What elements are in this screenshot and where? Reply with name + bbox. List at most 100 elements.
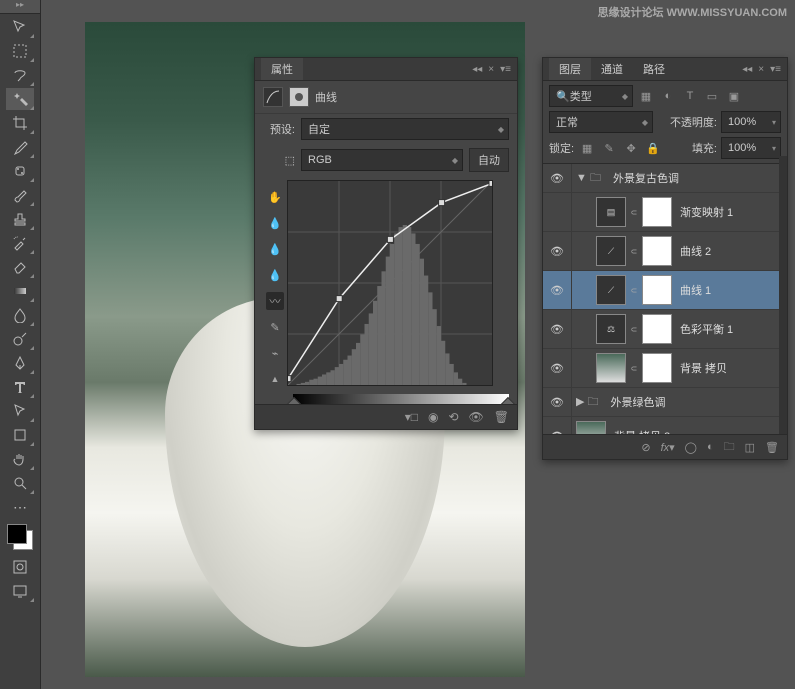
panel-menu-icon[interactable]: ▾≡: [500, 64, 511, 75]
auto-button[interactable]: 自动: [469, 148, 509, 172]
visibility-toggle[interactable]: 👁: [543, 388, 572, 416]
visibility-toggle[interactable]: 👁: [543, 349, 572, 387]
heal-tool[interactable]: [6, 160, 34, 182]
eraser-tool[interactable]: [6, 256, 34, 278]
layer-name[interactable]: 渐变映射 1: [680, 204, 733, 220]
opacity-input[interactable]: 100%▾: [721, 111, 781, 133]
layer-name[interactable]: 外景绿色调: [611, 394, 666, 410]
gradient-tool[interactable]: [6, 280, 34, 302]
panel-menu-icon[interactable]: ▾≡: [770, 64, 781, 75]
mask-thumb[interactable]: [642, 314, 672, 344]
stamp-tool[interactable]: [6, 208, 34, 230]
type-tool[interactable]: [6, 376, 34, 398]
eyedrop-white-icon[interactable]: 💧: [266, 266, 284, 284]
filter-adj-icon[interactable]: ◐: [659, 87, 677, 105]
lasso-tool[interactable]: [6, 64, 34, 86]
layer-row[interactable]: 👁⚖⊂色彩平衡 1: [543, 310, 786, 349]
mask-icon[interactable]: [289, 87, 309, 107]
reset-icon[interactable]: ⟲: [448, 410, 458, 424]
visibility-toggle[interactable]: 👁: [543, 271, 572, 309]
sample-icon[interactable]: ✋: [266, 188, 284, 206]
prev-state-icon[interactable]: ◉: [428, 410, 438, 424]
properties-tab[interactable]: 属性: [261, 58, 303, 80]
toggle-vis-icon[interactable]: 👁: [469, 410, 484, 424]
lock-all-icon[interactable]: 🔒: [644, 139, 662, 157]
eyedropper-tool[interactable]: [6, 136, 34, 158]
edit-toolbar[interactable]: ⋯: [6, 496, 34, 518]
zoom-tool[interactable]: [6, 472, 34, 494]
filter-type-icon[interactable]: T: [681, 87, 699, 105]
fx-icon[interactable]: fx▾: [661, 441, 675, 454]
layer-row[interactable]: 👁▼ 🗀外景复古色调: [543, 164, 786, 193]
shape-tool[interactable]: [6, 424, 34, 446]
link-layers-icon[interactable]: ⊘: [641, 441, 650, 454]
layer-name[interactable]: 外景复古色调: [613, 170, 679, 186]
tab-channels[interactable]: 通道: [591, 58, 633, 80]
panel-collapse-icon[interactable]: ◂◂: [472, 64, 482, 75]
layer-row[interactable]: ▤⊂渐变映射 1: [543, 193, 786, 232]
scrollbar[interactable]: [779, 156, 787, 434]
mask-thumb[interactable]: [642, 275, 672, 305]
layer-row[interactable]: 👁⟋⊂曲线 2: [543, 232, 786, 271]
layer-name[interactable]: 曲线 1: [680, 282, 711, 298]
quickmask-toggle[interactable]: [6, 556, 34, 578]
lock-pixel-icon[interactable]: ✎: [600, 139, 618, 157]
wand-tool[interactable]: [6, 88, 34, 110]
curve-edit-icon[interactable]: 〰: [266, 292, 284, 310]
new-layer-icon[interactable]: ◫: [745, 441, 755, 454]
dodge-tool[interactable]: [6, 328, 34, 350]
input-slider[interactable]: [293, 394, 509, 404]
layer-name[interactable]: 色彩平衡 1: [680, 321, 733, 337]
add-mask-icon[interactable]: ◯: [685, 441, 697, 454]
lock-trans-icon[interactable]: ▦: [578, 139, 596, 157]
filter-kind-select[interactable]: 🔍 类型◆: [549, 85, 633, 107]
visibility-toggle[interactable]: 👁: [543, 232, 572, 270]
layer-row[interactable]: 👁⟋⊂曲线 1: [543, 271, 786, 310]
visibility-toggle[interactable]: [543, 193, 572, 231]
curves-graph[interactable]: [287, 180, 493, 386]
smooth-icon[interactable]: ⌁: [266, 344, 284, 362]
color-swatch[interactable]: [5, 522, 35, 552]
path-select-tool[interactable]: [6, 400, 34, 422]
hand-tool[interactable]: [6, 448, 34, 470]
delete-adj-icon[interactable]: 🗑: [494, 410, 509, 424]
eyedrop-black-icon[interactable]: 💧: [266, 214, 284, 232]
brush-tool[interactable]: [6, 184, 34, 206]
filter-smart-icon[interactable]: ▣: [725, 87, 743, 105]
visibility-toggle[interactable]: 👁: [543, 310, 572, 348]
mask-thumb[interactable]: [642, 353, 672, 383]
histogram-scale-icon[interactable]: ▲: [266, 370, 284, 388]
blend-mode-select[interactable]: 正常◆: [549, 111, 653, 133]
new-group-icon[interactable]: 🗀: [724, 438, 735, 457]
blur-tool[interactable]: [6, 304, 34, 326]
new-adj-icon[interactable]: ◐: [707, 441, 714, 453]
pencil-edit-icon[interactable]: ✎: [266, 318, 284, 336]
layer-row[interactable]: 👁▶ 🗀外景绿色调: [543, 388, 786, 417]
layer-row[interactable]: 👁⊂背景 拷贝: [543, 349, 786, 388]
visibility-toggle[interactable]: 👁: [543, 164, 572, 192]
history-brush-tool[interactable]: [6, 232, 34, 254]
crop-tool[interactable]: [6, 112, 34, 134]
preset-select[interactable]: 自定◆: [301, 118, 509, 140]
mask-thumb[interactable]: [642, 197, 672, 227]
layer-name[interactable]: 背景 拷贝: [680, 360, 727, 376]
marquee-tool[interactable]: [6, 40, 34, 62]
delete-layer-icon[interactable]: 🗑: [765, 441, 779, 454]
fill-input[interactable]: 100%▾: [721, 137, 781, 159]
toolbar-collapse[interactable]: ▸▸: [0, 0, 40, 14]
move-tool[interactable]: [6, 16, 34, 38]
panel-collapse-icon[interactable]: ◂◂: [742, 64, 752, 75]
clip-icon[interactable]: ▾□: [405, 410, 418, 424]
pen-tool[interactable]: [6, 352, 34, 374]
panel-close-icon[interactable]: ×: [488, 64, 494, 75]
eyedrop-gray-icon[interactable]: 💧: [266, 240, 284, 258]
filter-shape-icon[interactable]: ▭: [703, 87, 721, 105]
layer-name[interactable]: 曲线 2: [680, 243, 711, 259]
tab-paths[interactable]: 路径: [633, 58, 675, 80]
channel-icon[interactable]: ⬚: [263, 154, 295, 167]
filter-pixel-icon[interactable]: ▦: [637, 87, 655, 105]
screenmode-toggle[interactable]: [6, 580, 34, 602]
panel-close-icon[interactable]: ×: [758, 64, 764, 75]
tab-layers[interactable]: 图层: [549, 58, 591, 80]
lock-pos-icon[interactable]: ✥: [622, 139, 640, 157]
